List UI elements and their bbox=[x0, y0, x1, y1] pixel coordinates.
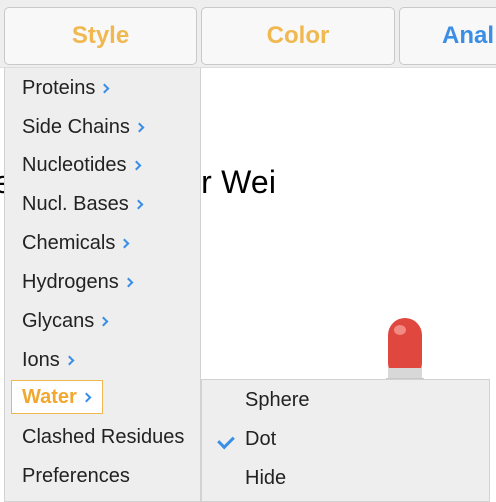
menu-item-label: Preferences bbox=[22, 464, 130, 487]
menu-item-nucleotides[interactable]: Nucleotides bbox=[5, 147, 200, 183]
menu-item-label: Ions bbox=[22, 348, 60, 371]
submenu-item-label: Hide bbox=[245, 466, 287, 489]
menu-item-clashed-residues[interactable]: Clashed Residues bbox=[5, 419, 200, 455]
checkmark-icon bbox=[217, 431, 235, 450]
menu-item-label: Nucl. Bases bbox=[22, 192, 129, 215]
menu-item-label: Hydrogens bbox=[22, 270, 119, 293]
chevron-right-icon bbox=[81, 392, 92, 403]
menu-item-ions[interactable]: Ions bbox=[5, 342, 200, 378]
submenu-item-hide[interactable]: Hide bbox=[202, 460, 489, 496]
color-menu-button[interactable]: Color bbox=[201, 7, 395, 65]
chevron-right-icon bbox=[119, 238, 130, 249]
chevron-right-icon bbox=[98, 316, 109, 327]
menu-item-label: Side Chains bbox=[22, 115, 130, 138]
menu-item-preferences[interactable]: Preferences bbox=[5, 458, 200, 494]
menu-item-chemicals[interactable]: Chemicals bbox=[5, 225, 200, 261]
menu-item-glycans[interactable]: Glycans bbox=[5, 303, 200, 339]
menu-item-label: Chemicals bbox=[22, 231, 116, 254]
analysis-menu-button[interactable]: Anal bbox=[399, 7, 496, 65]
menu-bar: Style Color Anal bbox=[0, 0, 496, 68]
style-menu-button[interactable]: Style bbox=[4, 7, 197, 65]
menu-item-label: Glycans bbox=[22, 309, 95, 332]
menu-item-label: Water bbox=[22, 385, 77, 408]
submenu-item-dot[interactable]: Dot bbox=[202, 421, 489, 457]
menu-item-nucl-bases[interactable]: Nucl. Bases bbox=[5, 186, 200, 222]
chevron-right-icon bbox=[134, 122, 145, 133]
chevron-right-icon bbox=[133, 199, 144, 210]
menu-item-hydrogens[interactable]: Hydrogens bbox=[5, 264, 200, 300]
chevron-right-icon bbox=[123, 277, 134, 288]
style-dropdown-menu: Proteins Side Chains Nucleotides Nucl. B… bbox=[4, 68, 201, 502]
submenu-item-sphere[interactable]: Sphere bbox=[202, 382, 489, 418]
chevron-right-icon bbox=[99, 83, 110, 94]
menu-item-proteins[interactable]: Proteins bbox=[5, 70, 200, 106]
menu-item-label: Clashed Residues bbox=[22, 425, 185, 448]
menu-item-label: Nucleotides bbox=[22, 153, 127, 176]
menu-item-side-chains[interactable]: Side Chains bbox=[5, 109, 200, 145]
chevron-right-icon bbox=[64, 355, 75, 366]
submenu-item-label: Sphere bbox=[245, 388, 310, 411]
submenu-item-label: Dot bbox=[245, 427, 277, 450]
chevron-right-icon bbox=[131, 160, 141, 171]
menu-item-label: Proteins bbox=[22, 76, 96, 99]
menu-item-water[interactable]: Water bbox=[11, 380, 103, 414]
water-submenu: Sphere Dot Hide bbox=[201, 379, 490, 502]
